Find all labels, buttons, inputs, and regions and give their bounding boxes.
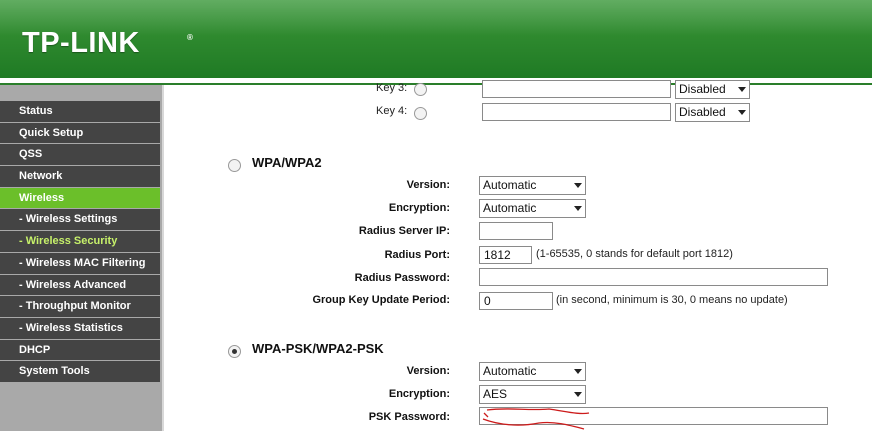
- key4-type-value: Disabled: [679, 105, 726, 119]
- sidebar-item-qss[interactable]: QSS: [0, 144, 160, 166]
- chevron-down-icon: [574, 369, 582, 374]
- sidebar-item-dhcp[interactable]: DHCP: [0, 339, 160, 361]
- psk-version-select[interactable]: Automatic: [479, 362, 586, 381]
- sidebar-menu: Status Quick Setup QSS Network Wireless …: [0, 101, 160, 383]
- sidebar-item-quick-setup[interactable]: Quick Setup: [0, 122, 160, 144]
- radius-password-input[interactable]: [479, 268, 828, 286]
- key4-input[interactable]: [482, 103, 671, 121]
- redaction-scribble: [482, 408, 590, 430]
- wpa-psk-section-title: WPA-PSK/WPA2-PSK: [252, 341, 384, 356]
- sidebar-item-system-tools[interactable]: System Tools: [0, 361, 160, 382]
- sidebar-item-wireless-security[interactable]: - Wireless Security: [0, 231, 160, 252]
- key3-type-select[interactable]: Disabled: [675, 80, 750, 99]
- radius-password-label: Radius Password:: [354, 272, 450, 284]
- radius-ip-label: Radius Server IP:: [358, 225, 450, 237]
- group-key-period-label: Group Key Update Period:: [312, 294, 450, 306]
- psk-version-value: Automatic: [483, 364, 537, 378]
- wpa-encryption-value: Automatic: [483, 201, 537, 215]
- psk-encryption-select[interactable]: AES: [479, 385, 586, 404]
- wpa-version-label: Version:: [406, 179, 450, 191]
- sidebar-item-wireless-statistics[interactable]: - Wireless Statistics: [0, 317, 160, 339]
- psk-encryption-value: AES: [483, 387, 508, 401]
- psk-encryption-label: Encryption:: [388, 388, 450, 400]
- radius-port-input[interactable]: 1812: [479, 246, 532, 264]
- sidebar-item-wireless-mac-filtering[interactable]: - Wireless MAC Filtering: [0, 252, 160, 274]
- radius-ip-input[interactable]: [479, 222, 553, 240]
- wpa-version-value: Automatic: [483, 178, 537, 192]
- key3-type-value: Disabled: [679, 82, 726, 96]
- wpa-section-title: WPA/WPA2: [252, 155, 322, 170]
- group-key-period-input[interactable]: 0: [479, 292, 553, 310]
- psk-password-label: PSK Password:: [368, 411, 450, 423]
- chevron-down-icon: [738, 110, 746, 115]
- chevron-down-icon: [574, 206, 582, 211]
- group-key-period-hint: (in second, minimum is 30, 0 means no up…: [556, 294, 788, 306]
- wpa-version-select[interactable]: Automatic: [479, 176, 586, 195]
- sidebar-item-network[interactable]: Network: [0, 166, 160, 187]
- header-banner: TP-LINK ®: [0, 0, 872, 78]
- key3-label: Key 3:: [376, 82, 408, 94]
- sidebar-item-status[interactable]: Status: [0, 101, 160, 122]
- wpa-psk-radio[interactable]: [228, 345, 241, 358]
- sidebar-item-wireless-settings[interactable]: - Wireless Settings: [0, 209, 160, 231]
- chevron-down-icon: [738, 87, 746, 92]
- sidebar: Status Quick Setup QSS Network Wireless …: [0, 85, 162, 431]
- radius-port-label: Radius Port:: [384, 249, 450, 261]
- key3-radio[interactable]: [414, 83, 427, 96]
- radius-port-hint: (1-65535, 0 stands for default port 1812…: [536, 248, 733, 260]
- chevron-down-icon: [574, 392, 582, 397]
- sidebar-item-wireless[interactable]: Wireless: [0, 187, 160, 209]
- key4-type-select[interactable]: Disabled: [675, 103, 750, 122]
- wpa-encryption-label: Encryption:: [388, 202, 450, 214]
- key3-input[interactable]: [482, 80, 671, 98]
- psk-version-label: Version:: [406, 365, 450, 377]
- main-content: Key 3: Disabled Key 4: Disabled WPA/WPA2…: [162, 80, 872, 431]
- wpa-radio[interactable]: [228, 159, 241, 172]
- key4-radio[interactable]: [414, 107, 427, 120]
- wpa-encryption-select[interactable]: Automatic: [479, 199, 586, 218]
- registered-mark: ®: [187, 33, 193, 42]
- chevron-down-icon: [574, 183, 582, 188]
- sidebar-item-throughput-monitor[interactable]: - Throughput Monitor: [0, 296, 160, 317]
- tp-link-logo: TP-LINK: [22, 27, 140, 59]
- sidebar-item-wireless-advanced[interactable]: - Wireless Advanced: [0, 274, 160, 296]
- key4-label: Key 4:: [376, 105, 408, 117]
